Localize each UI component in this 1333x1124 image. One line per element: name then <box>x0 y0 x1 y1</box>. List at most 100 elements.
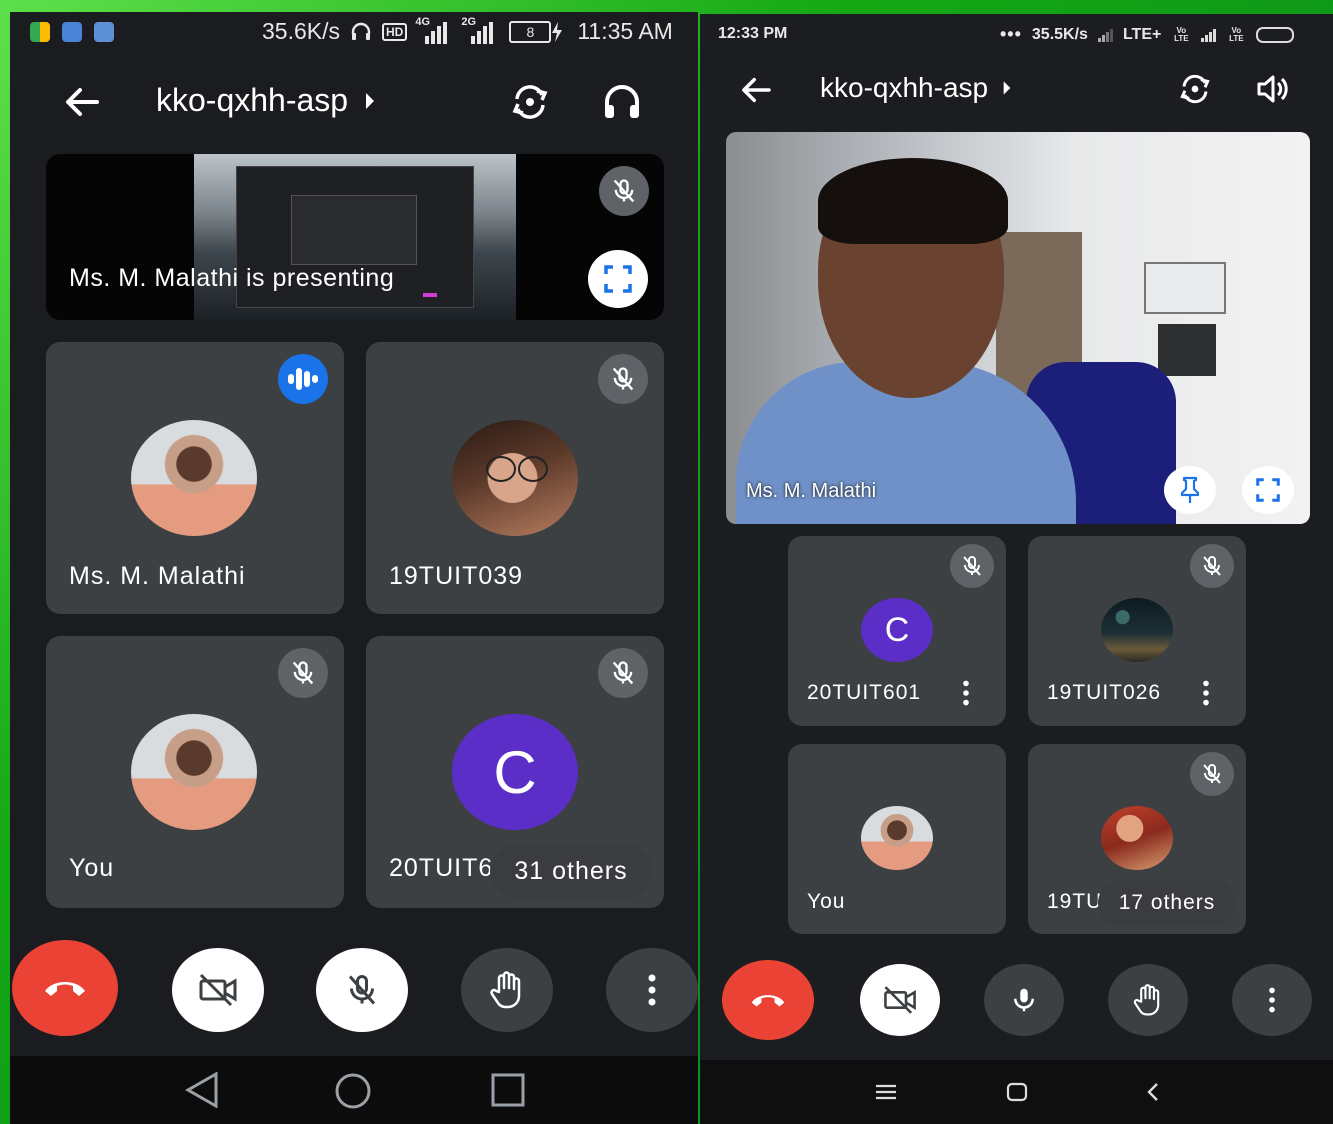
back-button[interactable] <box>738 72 774 108</box>
mic-off-icon <box>612 661 634 685</box>
fullscreen-button[interactable] <box>588 250 648 308</box>
camera-toggle-button[interactable] <box>172 948 264 1032</box>
charging-icon <box>552 21 563 42</box>
status-app-icons <box>30 22 114 42</box>
pin-button[interactable] <box>1164 466 1216 514</box>
gallery-app-icon <box>62 22 82 42</box>
mute-badge <box>1190 752 1234 796</box>
meeting-title[interactable]: kko-qxhh-asp <box>156 82 376 119</box>
more-vert-icon[interactable] <box>1202 680 1210 706</box>
participant-tile[interactable]: 19TUIT039 <box>366 342 664 614</box>
mic-off-icon <box>613 179 635 203</box>
participant-tile[interactable]: C 20TUIT60 31 others <box>366 636 664 908</box>
camera-off-icon <box>199 973 237 1007</box>
others-count-chip[interactable]: 31 others <box>490 844 652 898</box>
participant-tile-self[interactable]: You <box>788 744 1006 934</box>
right-phone-screen: 12:33 PM ••• 35.5K/s LTE+ Vo LTE Vo LTE … <box>700 14 1333 1124</box>
avatar <box>1101 806 1173 870</box>
call-top-bar: kko-qxhh-asp <box>700 68 1333 112</box>
nav-back-icon[interactable] <box>184 1072 220 1108</box>
participant-tile[interactable]: 19TU 17 others <box>1028 744 1246 934</box>
participant-tile[interactable]: 19TUIT026 <box>1028 536 1246 726</box>
participant-name: You <box>69 854 115 882</box>
switch-camera-icon <box>1180 74 1210 104</box>
avatar-initial: C <box>861 598 933 662</box>
volte-badge-2: Vo LTE <box>1229 25 1244 43</box>
participant-name: 20TUIT601 <box>807 681 922 704</box>
mic-off-icon <box>612 367 634 391</box>
headphones-icon <box>605 85 639 118</box>
end-call-icon <box>751 995 785 1007</box>
audio-output-button[interactable] <box>1252 68 1294 110</box>
camera-toggle-button[interactable] <box>860 964 940 1036</box>
battery-indicator <box>1256 26 1295 43</box>
end-call-button[interactable] <box>722 960 814 1040</box>
headphones-status-icon <box>351 22 371 40</box>
avatar <box>861 806 933 870</box>
mute-badge <box>1190 544 1234 588</box>
mic-icon <box>1014 988 1034 1012</box>
nav-back-icon[interactable] <box>1146 1082 1160 1102</box>
network-type: LTE+ <box>1122 25 1162 43</box>
meeting-code: kko-qxhh-asp <box>820 72 989 103</box>
mic-off-icon <box>963 556 981 576</box>
mic-toggle-button[interactable] <box>316 948 408 1032</box>
nav-home-icon[interactable] <box>1006 1082 1028 1102</box>
more-vert-icon[interactable] <box>962 680 970 706</box>
avatar <box>131 420 257 536</box>
raise-hand-icon <box>1133 984 1160 1016</box>
back-button[interactable] <box>62 82 102 122</box>
wall-panel <box>1158 324 1216 376</box>
pin-icon <box>1180 476 1200 503</box>
main-video-tile[interactable]: Ms. M. Malathi <box>726 132 1310 524</box>
presentation-mute-badge <box>599 166 649 216</box>
caret-right-icon <box>1003 81 1011 95</box>
video-participant-name: Ms. M. Malathi <box>746 480 877 502</box>
participant-name: You <box>807 890 846 913</box>
mute-badge <box>950 544 994 588</box>
avatar <box>1101 598 1173 662</box>
presentation-tile[interactable]: Ms. M. Malathi is presenting <box>46 154 664 320</box>
audio-level-icon <box>288 368 318 390</box>
switch-camera-button[interactable] <box>506 78 554 126</box>
avatar <box>131 714 257 830</box>
more-options-button[interactable] <box>1232 964 1312 1036</box>
mic-off-icon <box>1203 764 1221 784</box>
end-call-button[interactable] <box>12 940 118 1036</box>
wall-frame <box>1144 262 1226 314</box>
call-top-bar: kko-qxhh-asp <box>10 74 698 130</box>
switch-camera-button[interactable] <box>1174 68 1216 110</box>
status-time: 12:33 PM <box>718 25 788 42</box>
raise-hand-button[interactable] <box>1108 964 1188 1036</box>
network-speed: 35.6K/s <box>262 18 340 44</box>
fullscreen-button[interactable] <box>1242 466 1294 514</box>
hd-badge: HD <box>382 22 408 41</box>
system-nav-bar <box>10 1056 698 1124</box>
participant-tile-self[interactable]: You <box>46 636 344 908</box>
signal-4g: 4G <box>415 16 448 44</box>
participant-name: Ms. M. Malathi <box>69 562 246 590</box>
participant-tile[interactable]: C 20TUIT601 <box>788 536 1006 726</box>
nav-menu-icon[interactable] <box>875 1084 897 1100</box>
others-count-chip[interactable]: 17 others <box>1098 880 1236 926</box>
more-options-button[interactable] <box>606 948 698 1032</box>
nav-home-icon[interactable] <box>334 1072 372 1110</box>
mic-toggle-button[interactable] <box>984 964 1064 1036</box>
system-nav-bar <box>700 1060 1333 1124</box>
raise-hand-icon <box>490 971 521 1009</box>
participant-name: 19TU <box>1047 890 1103 913</box>
nav-recents-icon[interactable] <box>490 1072 526 1108</box>
browser-app-icon <box>94 22 114 42</box>
audio-output-button[interactable] <box>598 78 646 126</box>
speaker-icon <box>1257 75 1288 103</box>
raise-hand-button[interactable] <box>461 948 553 1032</box>
switch-camera-icon <box>512 85 548 119</box>
meet-app-icon <box>30 22 50 42</box>
participant-name: 19TUIT039 <box>389 562 524 590</box>
presentation-screen-thumbnail <box>194 154 516 320</box>
participant-tile[interactable]: Ms. M. Malathi <box>46 342 344 614</box>
mute-badge <box>598 648 648 698</box>
meeting-title[interactable]: kko-qxhh-asp <box>820 72 1012 104</box>
person-hair <box>818 158 1008 244</box>
speaking-indicator <box>278 354 328 404</box>
